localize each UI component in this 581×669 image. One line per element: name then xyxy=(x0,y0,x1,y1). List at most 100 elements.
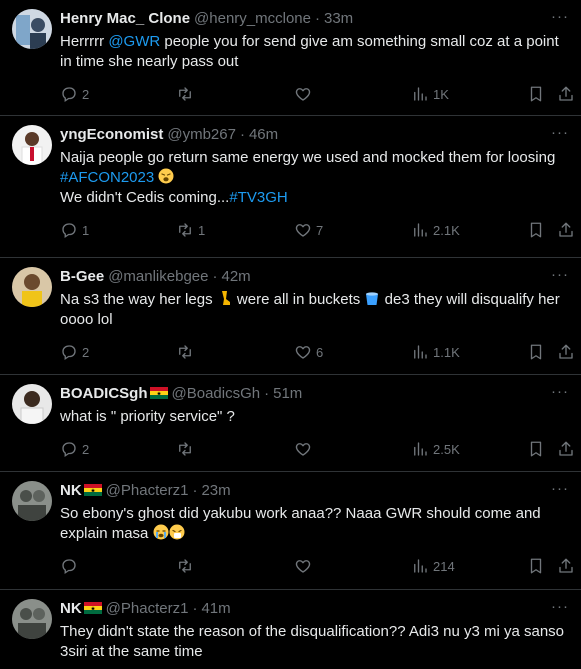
separator-dot: · xyxy=(239,125,245,143)
avatar[interactable] xyxy=(12,267,52,307)
retweet-button[interactable] xyxy=(176,84,198,104)
timestamp[interactable]: 41m xyxy=(201,600,230,617)
reply-icon xyxy=(62,345,76,361)
like-button[interactable] xyxy=(294,556,316,576)
tweet[interactable]: NK @Phacterz1 · 23m ··· So ebony's ghost… xyxy=(0,472,581,590)
share-button[interactable] xyxy=(557,342,575,362)
timestamp[interactable]: 33m xyxy=(324,10,353,27)
views-icon xyxy=(414,223,427,237)
more-options-button[interactable]: ··· xyxy=(551,480,569,497)
bookmark-button[interactable] xyxy=(527,556,545,576)
hashtag-link[interactable]: #TV3GH xyxy=(229,189,287,206)
user-handle[interactable]: @ymb267 xyxy=(167,126,236,143)
separator-dot: · xyxy=(192,481,198,499)
avatar[interactable] xyxy=(12,125,52,165)
reply-count: 2 xyxy=(82,344,90,360)
views-button[interactable]: 2.1K xyxy=(411,220,460,240)
like-icon xyxy=(295,560,311,573)
views-button[interactable]: 2.5K xyxy=(411,439,460,459)
retweet-icon xyxy=(179,345,191,359)
like-button[interactable]: 6 xyxy=(294,342,323,362)
display-name[interactable]: NK xyxy=(60,482,82,499)
retweet-button[interactable] xyxy=(176,556,198,576)
reply-button[interactable]: 1 xyxy=(60,220,89,240)
views-button[interactable]: 1.1K xyxy=(411,342,460,362)
leg-emoji-icon xyxy=(221,291,230,305)
more-options-button[interactable]: ··· xyxy=(551,8,569,25)
display-name[interactable]: B-Gee xyxy=(60,268,104,285)
hashtag-link[interactable]: #AFCON2023 xyxy=(60,169,154,186)
display-name[interactable]: Henry Mac_ Clone xyxy=(60,10,190,27)
bookmark-icon xyxy=(530,558,542,574)
avatar[interactable] xyxy=(12,384,52,424)
more-options-button[interactable]: ··· xyxy=(551,383,569,400)
tweet-actions: 214 xyxy=(60,556,573,576)
like-button[interactable]: 7 xyxy=(294,220,323,240)
like-button[interactable] xyxy=(294,84,316,104)
view-count: 214 xyxy=(433,558,455,574)
view-count: 2.1K xyxy=(433,222,460,238)
avatar[interactable] xyxy=(12,9,52,49)
views-icon xyxy=(414,345,427,359)
mention-link[interactable]: @GWR xyxy=(108,33,160,50)
tweet-actions: 2 1K xyxy=(60,84,573,104)
share-button[interactable] xyxy=(557,439,575,459)
share-button[interactable] xyxy=(557,220,575,240)
retweet-button[interactable]: 1 xyxy=(176,220,205,240)
reply-button[interactable]: 2 xyxy=(60,439,89,459)
avatar[interactable] xyxy=(12,599,52,639)
share-button[interactable] xyxy=(557,84,575,104)
user-handle[interactable]: @manlikebgee xyxy=(108,268,208,285)
bucket-emoji-icon xyxy=(366,292,379,305)
bookmark-button[interactable] xyxy=(527,342,545,362)
like-icon xyxy=(295,346,311,359)
timestamp[interactable]: 51m xyxy=(273,385,302,402)
views-button[interactable]: 214 xyxy=(411,556,455,576)
reply-button[interactable] xyxy=(60,556,82,576)
retweet-button[interactable] xyxy=(176,439,198,459)
retweet-count: 1 xyxy=(198,222,206,238)
reply-count: 1 xyxy=(82,222,90,238)
reply-count: 2 xyxy=(82,86,90,102)
reply-icon xyxy=(62,87,76,103)
bookmark-button[interactable] xyxy=(527,439,545,459)
user-handle[interactable]: @Phacterz1 xyxy=(106,600,189,617)
tweet[interactable]: BOADICSgh @BoadicsGh · 51m ··· what is "… xyxy=(0,375,581,472)
avatar[interactable] xyxy=(12,481,52,521)
retweet-icon xyxy=(179,223,191,237)
share-icon xyxy=(559,558,573,573)
timestamp[interactable]: 46m xyxy=(249,126,278,143)
reply-count: 2 xyxy=(82,441,90,457)
bookmark-button[interactable] xyxy=(527,84,545,104)
reply-button[interactable]: 2 xyxy=(60,342,89,362)
reply-button[interactable]: 2 xyxy=(60,84,89,104)
sneezing-face-emoji-icon xyxy=(169,524,185,540)
display-name[interactable]: BOADICSgh xyxy=(60,385,148,402)
timestamp[interactable]: 23m xyxy=(201,482,230,499)
more-options-button[interactable]: ··· xyxy=(551,266,569,283)
views-icon xyxy=(414,87,427,101)
more-options-button[interactable]: ··· xyxy=(551,598,569,615)
retweet-button[interactable] xyxy=(176,342,198,362)
views-button[interactable]: 1K xyxy=(411,84,449,104)
tweet[interactable]: B-Gee @manlikebgee · 42m ··· Na s3 the w… xyxy=(0,258,581,375)
retweet-icon xyxy=(179,87,191,101)
display-name[interactable]: NK xyxy=(60,600,82,617)
bookmark-button[interactable] xyxy=(527,220,545,240)
user-handle[interactable]: @Phacterz1 xyxy=(106,482,189,499)
tweet-text: They didn't state the reason of the disq… xyxy=(60,623,569,660)
more-options-button[interactable]: ··· xyxy=(551,124,569,141)
tweet[interactable]: Henry Mac_ Clone @henry_mcclone · 33m ··… xyxy=(0,0,581,116)
timestamp[interactable]: 42m xyxy=(221,268,250,285)
share-button[interactable] xyxy=(557,556,575,576)
share-icon xyxy=(559,441,573,456)
retweet-icon xyxy=(179,559,191,573)
reply-icon xyxy=(62,223,76,239)
tweet[interactable]: yngEconomist @ymb267 · 46m ··· Naija peo… xyxy=(0,116,581,258)
view-count: 1K xyxy=(433,86,449,102)
user-handle[interactable]: @BoadicsGh xyxy=(172,385,261,402)
display-name[interactable]: yngEconomist xyxy=(60,126,163,143)
like-button[interactable] xyxy=(294,439,316,459)
tweet[interactable]: NK @Phacterz1 · 41m ··· They didn't stat… xyxy=(0,590,581,669)
user-handle[interactable]: @henry_mcclone xyxy=(194,10,311,27)
